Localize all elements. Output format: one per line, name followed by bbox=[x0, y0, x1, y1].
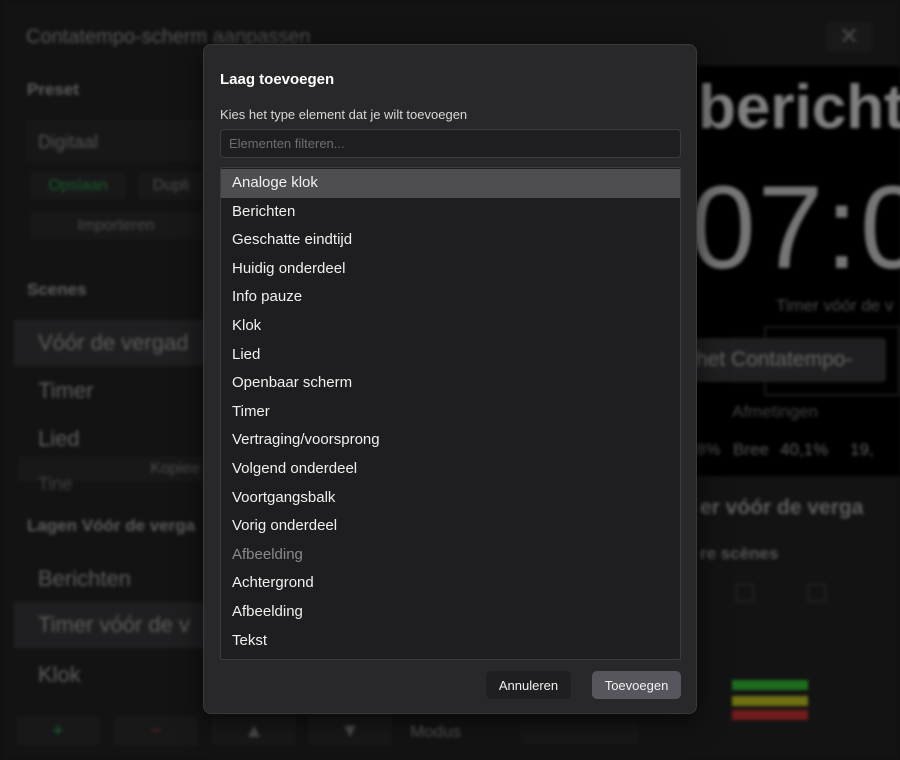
list-item-klok[interactable]: Klok bbox=[221, 312, 680, 341]
filter-input[interactable] bbox=[220, 129, 681, 158]
list-item-achtergrond[interactable]: Achtergrond bbox=[221, 569, 680, 598]
list-item-vertraging-voorsprong[interactable]: Vertraging/voorsprong bbox=[221, 426, 680, 455]
dialog-subtitle: Kies het type element dat je wilt toevoe… bbox=[220, 107, 468, 122]
list-item-tekst[interactable]: Tekst bbox=[221, 627, 680, 656]
cancel-button[interactable]: Annuleren bbox=[486, 671, 571, 699]
list-item-openbaar-scherm[interactable]: Openbaar scherm bbox=[221, 369, 680, 398]
list-group-header-afbeelding: Afbeelding bbox=[232, 545, 303, 563]
list-item-volgend-onderdeel[interactable]: Volgend onderdeel bbox=[221, 455, 680, 484]
list-item-analoge-klok[interactable]: Analoge klok bbox=[221, 169, 680, 198]
list-item-info-pauze[interactable]: Info pauze bbox=[221, 283, 680, 312]
list-item-afbeelding[interactable]: Afbeelding bbox=[221, 598, 680, 627]
element-type-list[interactable]: Analoge klok Berichten Geschatte eindtij… bbox=[220, 167, 681, 660]
add-button[interactable]: Toevoegen bbox=[592, 671, 681, 699]
list-item-voortgangsbalk[interactable]: Voortgangsbalk bbox=[221, 484, 680, 513]
dialog-title: Laag toevoegen bbox=[220, 71, 335, 88]
list-item-lied[interactable]: Lied bbox=[221, 341, 680, 370]
list-item-berichten[interactable]: Berichten bbox=[221, 198, 680, 227]
list-item-geschatte-eindtijd[interactable]: Geschatte eindtijd bbox=[221, 226, 680, 255]
list-item-timer[interactable]: Timer bbox=[221, 398, 680, 427]
list-item-vorig-onderdeel[interactable]: Vorig onderdeel bbox=[221, 512, 680, 541]
add-layer-dialog: Laag toevoegen Kies het type element dat… bbox=[203, 44, 697, 714]
list-item-huidig-onderdeel[interactable]: Huidig onderdeel bbox=[221, 255, 680, 284]
